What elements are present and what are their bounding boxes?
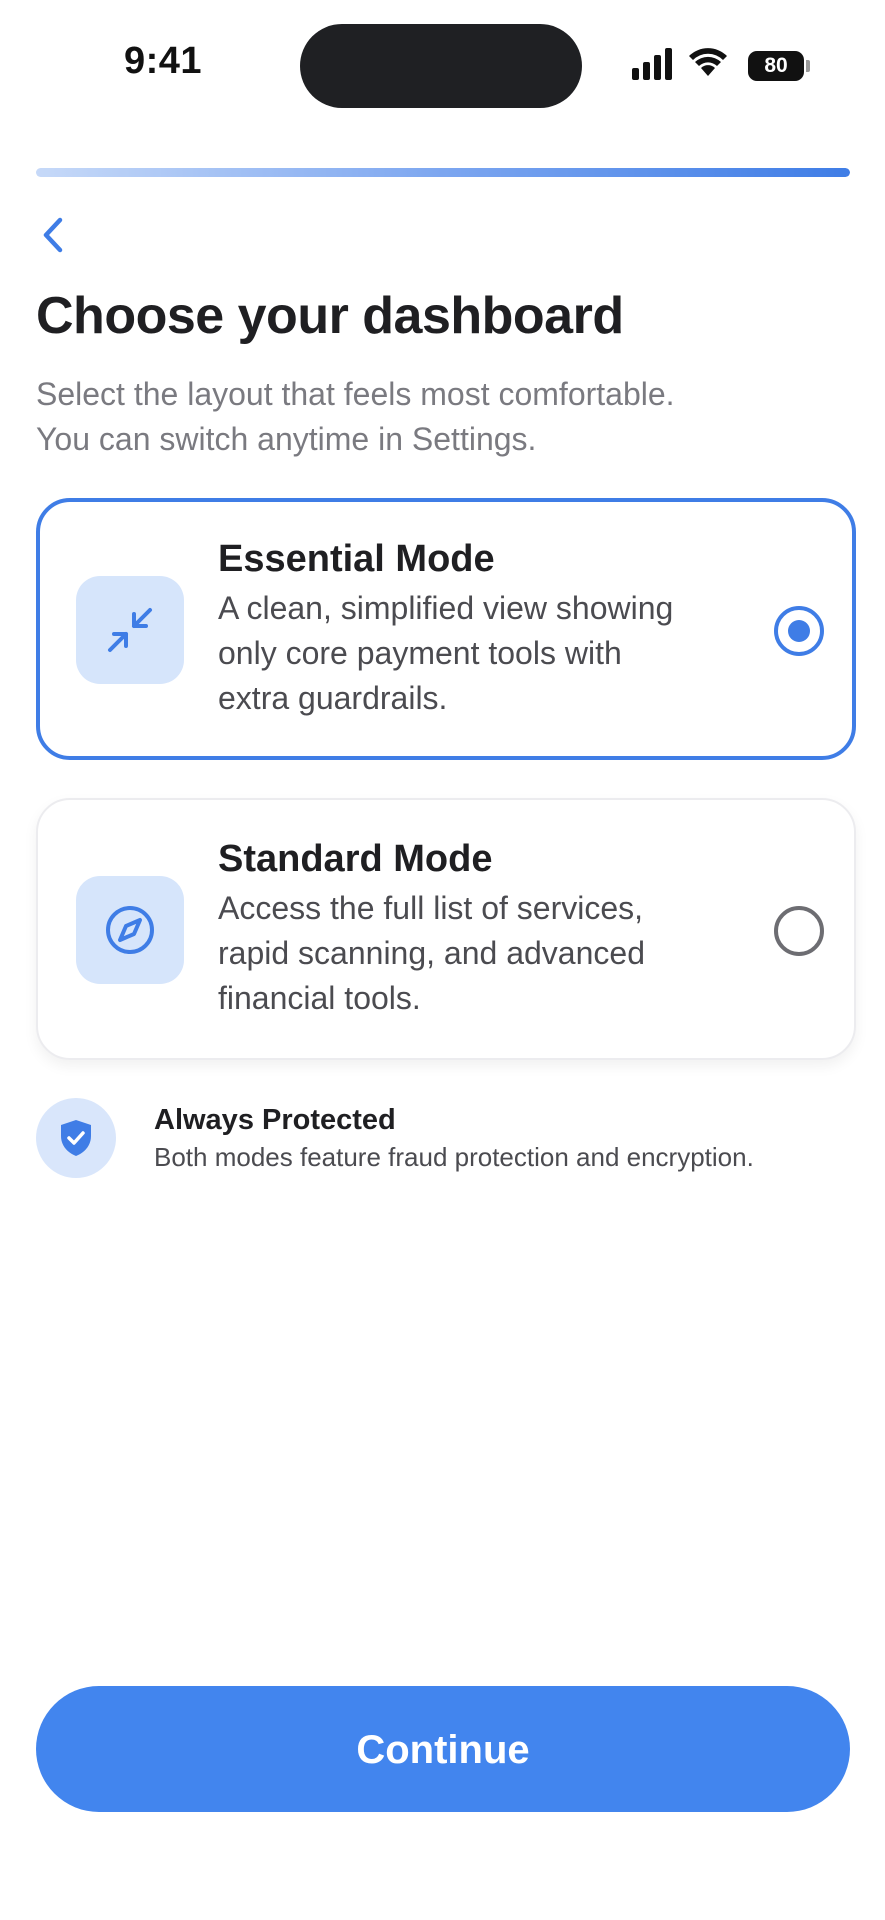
subtitle-line: Select the layout that feels most comfor… — [36, 376, 675, 412]
option-card-essential-mode[interactable]: Essential Mode A clean, simplified view … — [36, 498, 856, 760]
option-title: Standard Mode — [218, 838, 493, 880]
description-line: Access the full list of services, — [218, 890, 644, 926]
description-line: rapid scanning, and advanced — [218, 935, 645, 971]
cellular-signal-icon — [632, 48, 672, 80]
arrows-collapse-icon — [108, 608, 152, 652]
option-description: Access the full list of services, rapid … — [218, 886, 758, 1021]
description-line: A clean, simplified view showing — [218, 590, 674, 626]
battery-indicator: 80 — [748, 51, 810, 81]
progress-fill — [36, 168, 850, 177]
subtitle-line: You can switch anytime in Settings. — [36, 421, 537, 457]
description-line: extra guardrails. — [218, 680, 448, 716]
wifi-icon — [689, 48, 727, 76]
icon-container — [76, 876, 184, 984]
page-title: Choose your dashboard — [36, 287, 624, 345]
page-subtitle: Select the layout that feels most comfor… — [36, 372, 836, 462]
option-description: A clean, simplified view showing only co… — [218, 586, 758, 721]
onboarding-progress-bar — [36, 168, 850, 177]
compass-icon — [106, 906, 154, 954]
protection-title: Always Protected — [154, 1104, 396, 1136]
protection-note: Always Protected Both modes feature frau… — [36, 1098, 856, 1182]
shield-badge — [36, 1098, 116, 1178]
battery-level: 80 — [748, 51, 804, 81]
dynamic-island — [300, 24, 582, 108]
continue-button[interactable]: Continue — [36, 1686, 850, 1812]
battery-cap — [806, 60, 810, 72]
back-chevron-icon[interactable] — [36, 212, 70, 258]
protection-description: Both modes feature fraud protection and … — [154, 1142, 754, 1172]
shield-check-icon — [61, 1120, 91, 1156]
status-time: 9:41 — [124, 40, 203, 82]
radio-button-unselected[interactable] — [774, 906, 824, 956]
icon-container — [76, 576, 184, 684]
description-line: financial tools. — [218, 980, 421, 1016]
description-line: only core payment tools with — [218, 635, 622, 671]
option-card-standard-mode[interactable]: Standard Mode Access the full list of se… — [36, 798, 856, 1060]
option-title: Essential Mode — [218, 538, 495, 580]
radio-button-selected[interactable] — [774, 606, 824, 656]
